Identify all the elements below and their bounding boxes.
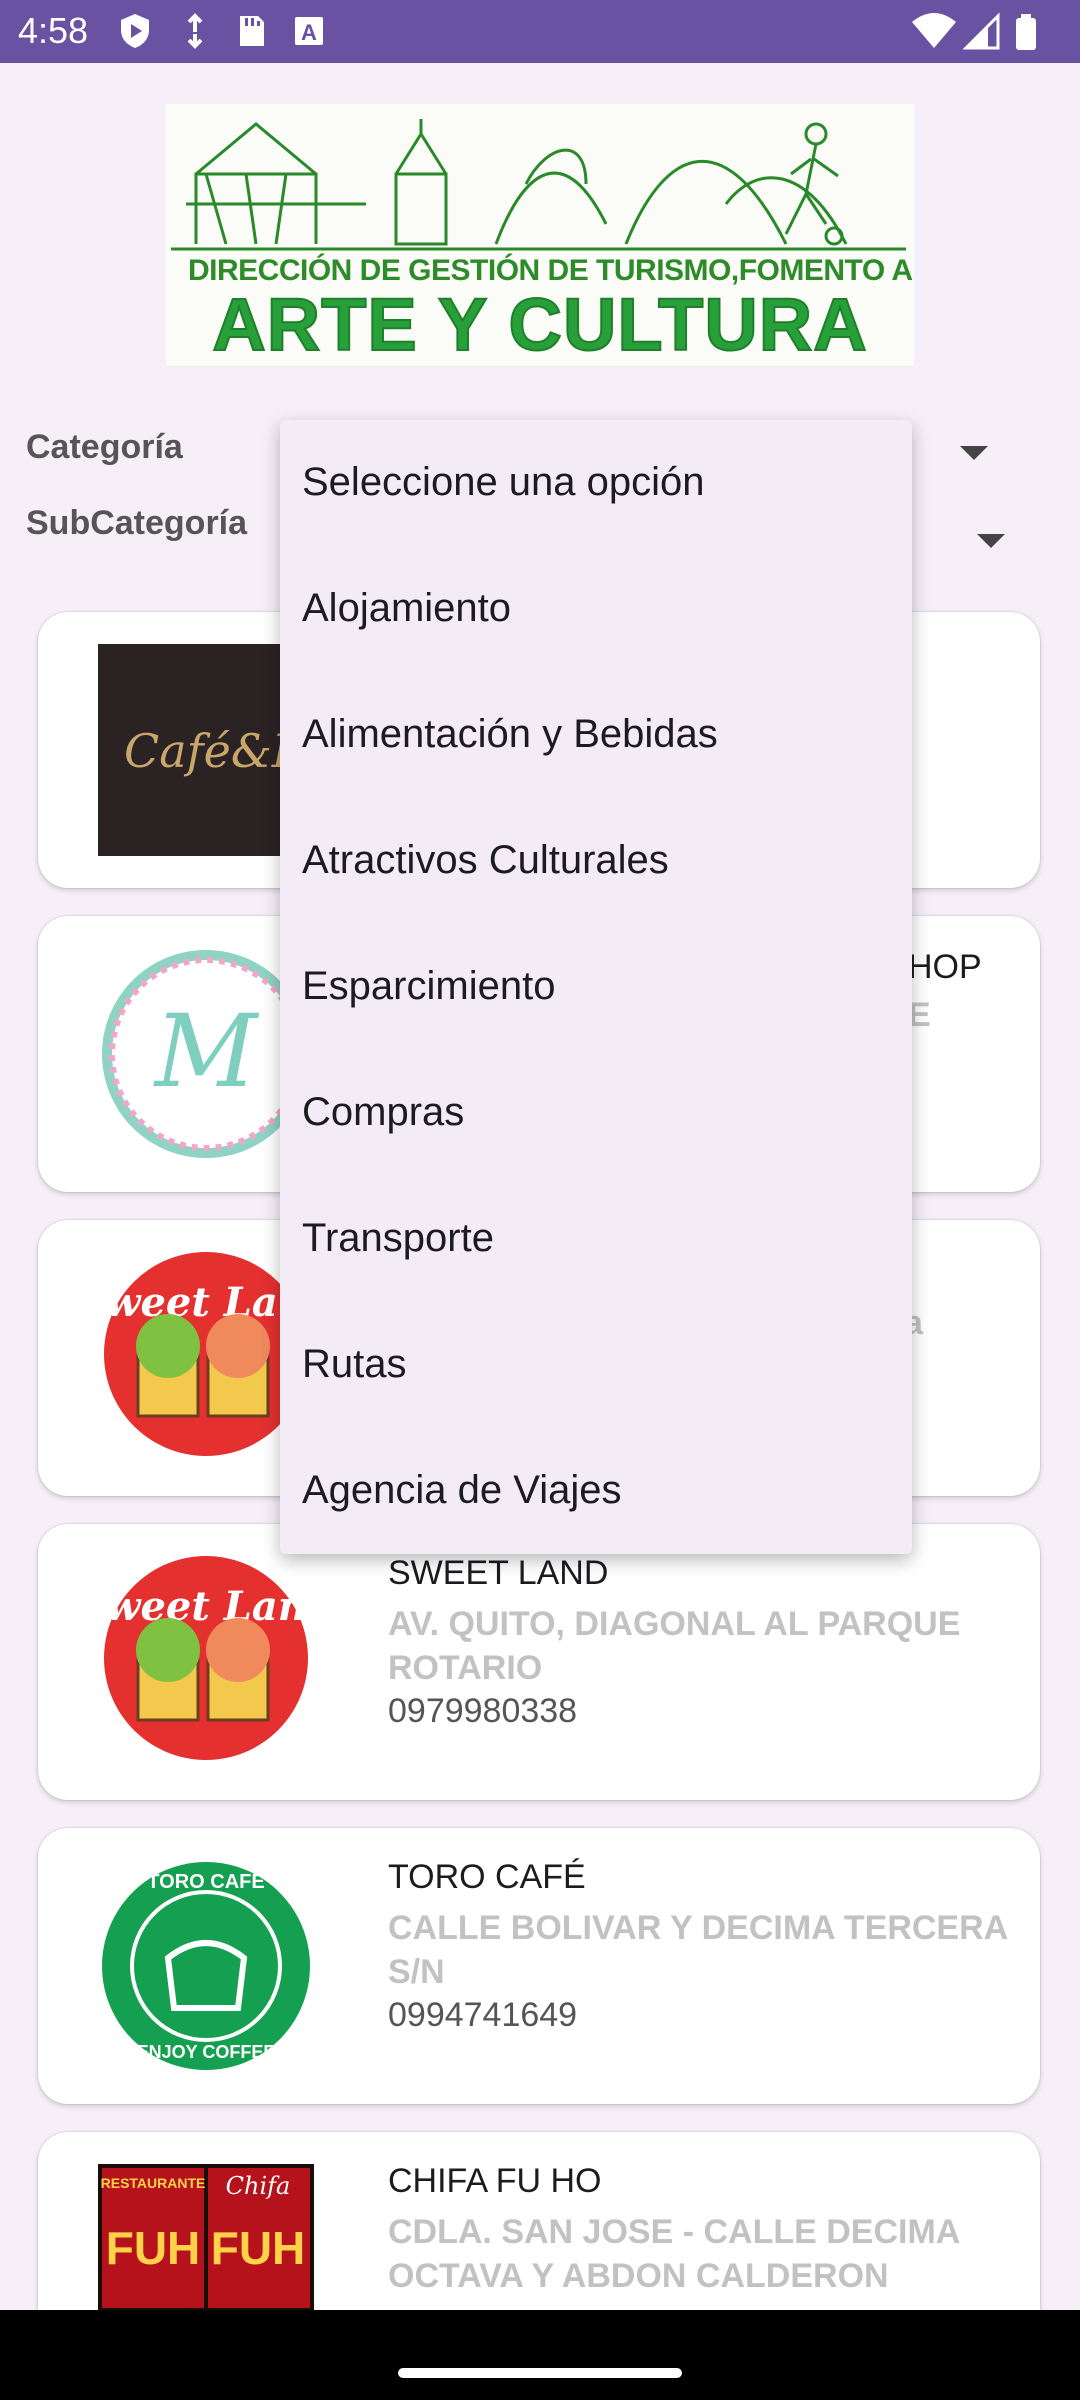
list-item[interactable]: TORO CAFÉ ENJOY COFFEE TORO CAFÉ CALLE B…	[38, 1828, 1040, 2104]
logo-title: ARTE Y CULTURA	[211, 282, 868, 366]
battery-icon	[1016, 14, 1036, 50]
svg-text:FUH: FUH	[211, 2222, 306, 2274]
svg-text:Chifa: Chifa	[226, 2172, 291, 2200]
svg-text:M: M	[153, 993, 260, 1110]
menu-item-transporte[interactable]: Transporte	[280, 1176, 912, 1302]
menu-item-esparcimiento[interactable]: Esparcimiento	[280, 924, 912, 1050]
card-phone: 0994741649	[388, 1996, 578, 2034]
toro-cafe-logo-icon: TORO CAFÉ ENJOY COFFEE	[102, 1862, 310, 2070]
signal-icon	[962, 12, 1000, 50]
status-time: 4:58	[18, 10, 89, 51]
header-logo: DIRECCIÓN DE GESTIÓN DE TURISMO,FOMENTO …	[166, 104, 914, 366]
status-right-icons	[912, 12, 1036, 50]
status-bar: 4:58 A	[0, 0, 1080, 63]
svg-text:RESTAURANTE: RESTAURANTE	[101, 2175, 206, 2191]
card-address: CALLE BOLIVAR Y DECIMA TERCERA S/N	[388, 1909, 1007, 1991]
card-address: AV. QUITO, DIAGONAL AL PARQUE ROTARIO	[388, 1605, 961, 1687]
list-item[interactable]: Sweet Land SWEET LAND AV. QUITO, DIAGONA…	[38, 1524, 1040, 1800]
menu-item-rutas[interactable]: Rutas	[280, 1302, 912, 1428]
wifi-icon	[912, 13, 956, 48]
svg-text:ENJOY COFFEE: ENJOY COFFEE	[137, 2042, 276, 2062]
card-name-partial: HOP	[908, 948, 982, 986]
card-address: CDLA. SAN JOSE - CALLE DECIMA OCTAVA Y A…	[388, 2213, 960, 2295]
svg-text:FUH: FUH	[106, 2222, 201, 2274]
menu-item-alimentacion[interactable]: Alimentación y Bebidas	[280, 672, 912, 798]
menu-item-agencia[interactable]: Agencia de Viajes	[280, 1428, 912, 1554]
sweet-land-logo-icon: Sweet Land	[98, 1556, 314, 1760]
menu-item-seleccione[interactable]: Seleccione una opción	[280, 420, 912, 546]
list-item[interactable]: RESTAURANTE Chifa FUH FUH CHIFA FU HO CD…	[38, 2132, 1040, 2312]
card-name: TORO CAFÉ	[388, 1858, 586, 1896]
subcategory-dropdown-arrow-icon[interactable]	[977, 534, 1005, 548]
menu-item-atractivos[interactable]: Atractivos Culturales	[280, 798, 912, 924]
data-saver-icon	[187, 13, 203, 49]
home-gesture-handle[interactable]	[398, 2368, 682, 2378]
category-dropdown-arrow-icon[interactable]	[960, 446, 988, 460]
category-dropdown-menu: Seleccione una opción Alojamiento Alimen…	[280, 420, 912, 1554]
subcategory-label: SubCategoría	[26, 504, 248, 542]
menu-item-alojamiento[interactable]: Alojamiento	[280, 546, 912, 672]
svg-text:A: A	[301, 20, 317, 45]
card-name: SWEET LAND	[388, 1554, 609, 1592]
font-a-icon: A	[295, 17, 323, 45]
system-nav-bar	[0, 2310, 1080, 2400]
category-label: Categoría	[26, 428, 183, 466]
card-phone: 0979980338	[388, 1692, 578, 1730]
play-protect-icon	[121, 14, 149, 48]
svg-text:Sweet Land: Sweet Land	[98, 1583, 314, 1630]
card-name: CHIFA FU HO	[388, 2162, 602, 2200]
sd-card-icon	[240, 16, 264, 46]
menu-item-compras[interactable]: Compras	[280, 1050, 912, 1176]
chifa-fu-ho-logo-icon: RESTAURANTE Chifa FUH FUH	[98, 2164, 314, 2312]
logo-illustration	[171, 119, 906, 251]
svg-text:TORO CAFÉ: TORO CAFÉ	[147, 1870, 264, 1893]
